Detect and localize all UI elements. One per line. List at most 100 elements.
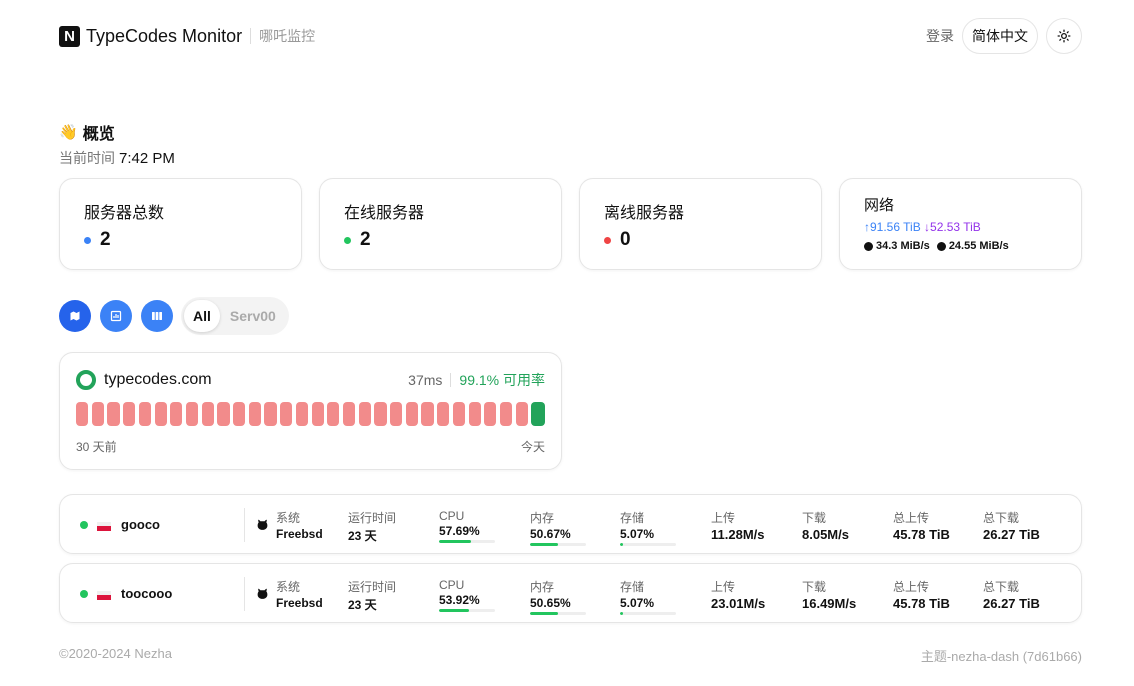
map-view-button[interactable] [59, 300, 91, 332]
server-name[interactable]: gooco [121, 517, 160, 532]
chart-view-button[interactable] [100, 300, 132, 332]
overview-section: 👋 概览 当前时间 7:42 PM [59, 120, 175, 168]
cpu-column: CPU 53.92% [439, 578, 495, 612]
total-servers-card[interactable]: 服务器总数 2 [59, 178, 302, 270]
site-title[interactable]: TypeCodes Monitor [86, 26, 242, 47]
uptime-day-bar[interactable] [217, 402, 230, 426]
title-divider [250, 28, 252, 44]
download-speed-label: 下载 [802, 580, 827, 594]
uptime-day-bar[interactable] [484, 402, 497, 426]
uptime-day-bar[interactable] [201, 402, 214, 426]
view-toolbar: All Serv00 [59, 297, 289, 335]
uptime-day-bar[interactable] [499, 402, 513, 426]
offline-servers-card[interactable]: 离线服务器 0 [579, 178, 822, 270]
online-status-dot [344, 236, 351, 244]
current-time-value: 7:42 PM [119, 150, 175, 167]
cpu-column: CPU 57.69% [439, 509, 495, 543]
overview-title: 概览 [82, 126, 115, 143]
freebsd-icon [257, 588, 268, 599]
cpu-value: 57.69% [439, 524, 480, 538]
uptime-day-bar[interactable] [342, 402, 356, 426]
uptime-day-bar[interactable] [76, 402, 89, 426]
cpu-label: CPU [439, 578, 465, 592]
logo-icon[interactable]: N [59, 25, 80, 47]
uptime-day-bar[interactable] [185, 402, 199, 426]
uptime-day-bar[interactable] [374, 402, 387, 426]
uptime-day-bar[interactable] [170, 402, 183, 426]
server-row[interactable]: gooco 系统 Freebsd 运行时间 23 天 CPU 57.69% 内存 50.67% 存… [59, 494, 1082, 554]
uptime-day-bar[interactable] [123, 402, 136, 426]
server-online-dot [80, 521, 88, 529]
uptime-day-bar[interactable] [311, 402, 324, 426]
cpu-progress-bar [439, 540, 495, 543]
uptime-day-bar[interactable] [405, 402, 418, 426]
service-divider [450, 373, 452, 387]
online-servers-card[interactable]: 在线服务器 2 [319, 178, 562, 270]
uptime-day-bar[interactable] [421, 402, 434, 426]
cpu-progress-fill [439, 540, 472, 543]
uptime-value: 23 天 [348, 598, 377, 612]
uptime-day-bar[interactable] [295, 402, 309, 426]
memory-label: 内存 [530, 511, 555, 525]
offline-status-dot [604, 236, 611, 244]
os-value: Freebsd [276, 596, 323, 610]
uptime-day-bar[interactable] [358, 402, 371, 426]
uptime-day-bar[interactable] [390, 402, 403, 426]
memory-column: 内存 50.65% [530, 578, 586, 615]
service-latency: 37ms [408, 372, 443, 388]
uptime-day-bar[interactable] [233, 402, 246, 426]
upload-speed-column: 上传 23.01M/s [711, 578, 765, 611]
total-upload-label: 总上传 [893, 580, 930, 594]
upload-speed-icon [864, 241, 873, 251]
server-name[interactable]: toocooo [121, 586, 172, 601]
upload-speed-column: 上传 11.28M/s [711, 509, 765, 542]
offline-servers-label: 离线服务器 [604, 205, 685, 222]
grid-view-button[interactable] [141, 300, 173, 332]
uptime-day-bar[interactable] [154, 402, 167, 426]
network-card: 网络 ↑91.56 TiB ↓52.53 TiB 34.3 MiB/s 24.5… [839, 178, 1082, 270]
os-column: 系统 Freebsd [276, 509, 323, 541]
uptime-column: 运行时间 23 天 [348, 578, 396, 613]
memory-progress-fill [530, 543, 559, 546]
uptime-day-bar[interactable] [468, 402, 481, 426]
theme-info[interactable]: 主题-nezha-dash (7d61b66) [921, 646, 1082, 665]
uptime-day-bar[interactable] [264, 402, 277, 426]
freebsd-icon [257, 519, 268, 530]
uptime-day-bar[interactable] [91, 402, 104, 426]
uptime-day-bar[interactable] [437, 402, 450, 426]
header: N TypeCodes Monitor 哪吒监控 登录 简体中文 [59, 18, 1082, 54]
site-subtitle: 哪吒监控 [259, 28, 316, 44]
uptime-history-bars [76, 402, 546, 426]
uptime-day-bar[interactable] [280, 402, 293, 426]
uptime-day-bar[interactable] [107, 402, 120, 426]
memory-value: 50.65% [530, 596, 571, 610]
uptime-day-bar[interactable] [452, 402, 466, 426]
download-speed-value: 16.49M/s [802, 596, 857, 611]
service-monitor-card: typecodes.com 37ms 99.1% 可用率 30 天前 今天 [59, 352, 562, 470]
uptime-column: 运行时间 23 天 [348, 509, 396, 544]
history-end-label: 今天 [520, 440, 545, 454]
memory-label: 内存 [530, 580, 555, 594]
disk-label: 存储 [620, 580, 645, 594]
theme-toggle-button[interactable] [1046, 18, 1082, 54]
os-label: 系统 [276, 511, 301, 525]
uptime-day-bar[interactable] [515, 402, 528, 426]
filter-serv00-tab[interactable]: Serv00 [220, 300, 286, 332]
total-servers-label: 服务器总数 [84, 205, 165, 222]
server-row[interactable]: toocooo 系统 Freebsd 运行时间 23 天 CPU 53.92% 内存 50.65… [59, 563, 1082, 623]
uptime-day-bar[interactable] [531, 402, 546, 426]
disk-value: 5.07% [620, 596, 655, 610]
network-download-speed: 24.55 MiB/s [948, 240, 1009, 252]
current-time: 当前时间 7:42 PM [59, 148, 175, 168]
memory-value: 50.67% [530, 527, 571, 541]
service-uptime: 99.1% 可用率 [459, 372, 545, 388]
network-upload-total: ↑91.56 TiB [864, 220, 921, 234]
language-button[interactable]: 简体中文 [962, 18, 1038, 54]
filter-all-tab[interactable]: All [184, 300, 220, 332]
uptime-day-bar[interactable] [138, 402, 152, 426]
uptime-day-bar[interactable] [327, 402, 340, 426]
disk-progress-fill [620, 612, 623, 615]
uptime-day-bar[interactable] [248, 402, 261, 426]
login-link[interactable]: 登录 [926, 26, 954, 46]
offline-servers-value: 0 [620, 229, 631, 250]
